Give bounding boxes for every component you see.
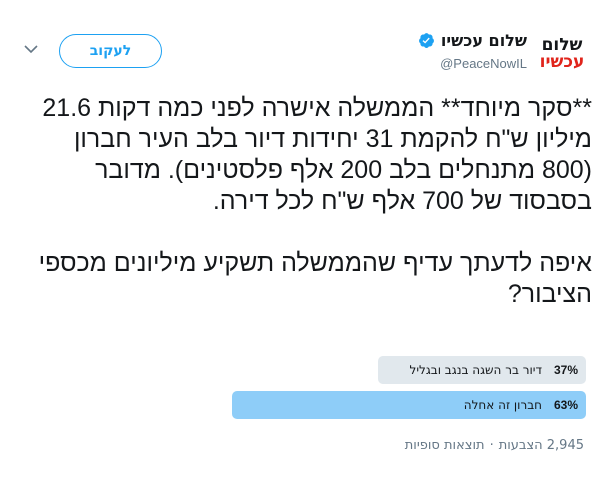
poll-vote-count: 2,945 הצבעות <box>498 438 584 453</box>
poll-choice-label: דיור בר השגה בנגב ובגליל <box>409 363 542 377</box>
tweet-text: **סקר מיוחד** הממשלה אישרה לפני כמה דקות… <box>18 93 592 310</box>
meta-separator: · <box>489 438 494 453</box>
poll-meta: 2,945 הצבעות · תוצאות סופיות <box>405 438 584 453</box>
poll-choice-label: חברון זה אחלה <box>463 398 542 412</box>
poll-choice-percent: 37% <box>553 363 578 377</box>
follow-button[interactable]: לעקוב <box>59 34 162 68</box>
poll-choice-percent: 63% <box>553 398 578 412</box>
name-row: שלום עכשיו <box>418 31 527 50</box>
poll-status: תוצאות סופיות <box>404 438 485 453</box>
poll-choice: 63% חברון זה אחלה <box>232 391 586 419</box>
tweet-paragraph: איפה לדעתך עדיף שהממשלה תשקיע מיליונים מ… <box>38 249 592 308</box>
poll: 37% דיור בר השגה בנגב ובגליל 63% חברון ז… <box>232 356 586 426</box>
poll-choice: 37% דיור בר השגה בנגב ובגליל <box>232 356 586 384</box>
tweet-paragraph: **סקר מיוחד** הממשלה אישרה לפני כמה דקות… <box>42 94 592 215</box>
verified-badge-icon <box>418 33 434 48</box>
avatar[interactable]: שלום עכשיו <box>538 33 586 75</box>
handle[interactable]: @PeaceNowIL <box>440 56 527 71</box>
chevron-down-icon[interactable] <box>24 44 38 54</box>
avatar-text-line2: עכשיו <box>539 52 585 72</box>
display-name[interactable]: שלום עכשיו <box>441 31 527 50</box>
tweet-header: שלום עכשיו שלום עכשיו @PeaceNowIL לעקוב <box>0 0 616 90</box>
